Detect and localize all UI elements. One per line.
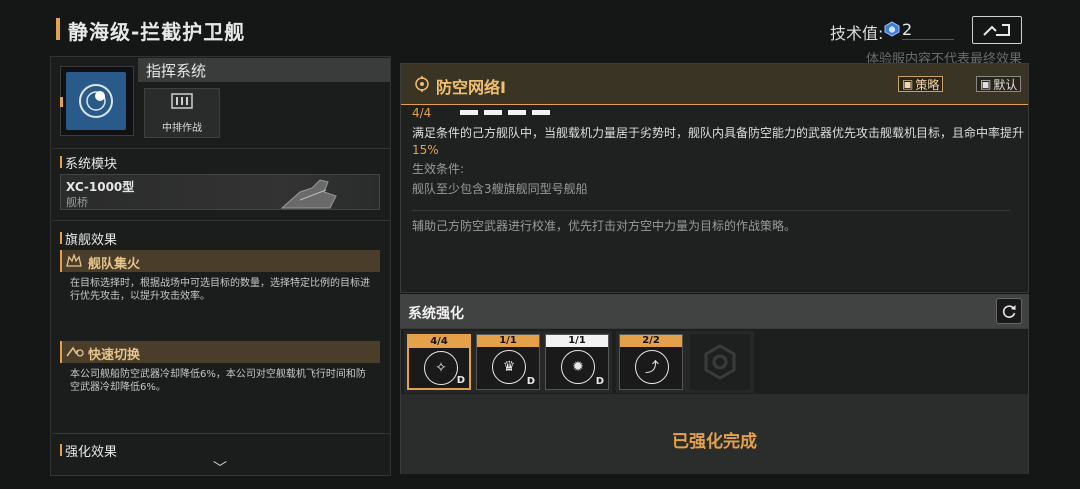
title-accent bbox=[56, 18, 60, 40]
command-slot-label: 中排作战 bbox=[162, 123, 202, 134]
switch-icon bbox=[66, 346, 84, 357]
slot-level: 1/1 bbox=[546, 335, 608, 347]
default-tag: ▣ 默认 bbox=[976, 76, 1022, 92]
shield-icon: ✧ bbox=[424, 351, 458, 385]
enhancement-slot[interactable]: 4/4 ✧ D bbox=[407, 334, 471, 390]
condition-label: 生效条件: bbox=[412, 162, 465, 176]
refresh-button[interactable] bbox=[996, 298, 1022, 324]
enhancement-slot[interactable]: 1/1 ♛ D bbox=[476, 334, 540, 390]
flagship-section-label: 旗舰效果 bbox=[65, 233, 118, 248]
divider bbox=[412, 210, 1010, 211]
enhancement-complete-text: 已强化完成 bbox=[672, 432, 757, 452]
slot-grade: D bbox=[595, 376, 604, 387]
section-accent bbox=[60, 444, 62, 456]
level-pip bbox=[508, 110, 526, 115]
slot-level: 2/2 bbox=[620, 335, 682, 347]
ability-level: 4/4 bbox=[412, 106, 432, 120]
strategy-tag-label: 策略 bbox=[915, 77, 940, 92]
section-accent bbox=[60, 156, 62, 168]
skill-name: 舰队集火 bbox=[88, 257, 141, 272]
ability-flavor-text: 辅助己方防空武器进行校准，优先打击对方空中力量为目标的作战策略。 bbox=[412, 219, 797, 233]
enhancement-slot[interactable]: 1/1 ✹ D bbox=[545, 334, 609, 390]
slot-grade: D bbox=[456, 375, 465, 386]
locked-icon bbox=[704, 344, 736, 380]
ship-bridge-icon bbox=[280, 179, 337, 209]
formation-icon bbox=[171, 93, 193, 109]
tech-value: 2 bbox=[902, 20, 954, 40]
command-system-title: 指挥系统 bbox=[146, 62, 207, 80]
ability-desc-main: 满足条件的己方舰队中，当舰载机力量居于劣势时，舰队内具备防空能力的武器优先攻击舰… bbox=[412, 126, 1025, 140]
divider bbox=[52, 433, 390, 434]
chevron-down-icon[interactable]: ﹀ bbox=[213, 458, 227, 478]
enhancement-title: 系统强化 bbox=[408, 306, 464, 322]
ability-title: 防空网络Ⅰ bbox=[436, 78, 506, 97]
module-name: XC-1000型 bbox=[66, 180, 135, 194]
slot-grade: D bbox=[526, 376, 535, 387]
skill-desc: 在目标选择时，根据战场中可选目标的数量，选择特定比例的目标进行优先攻击，以提升攻… bbox=[70, 278, 370, 302]
ability-desc-highlight: 15% bbox=[412, 143, 439, 157]
crown-icon: ♛ bbox=[492, 350, 526, 384]
switch-icon: ⤴ bbox=[635, 350, 669, 384]
back-icon bbox=[983, 24, 1010, 36]
default-tag-label: 默认 bbox=[993, 77, 1018, 92]
level-pip bbox=[532, 110, 550, 115]
slot-level: 4/4 bbox=[409, 336, 469, 348]
strategy-tag: ▣ 策略 bbox=[898, 76, 944, 92]
divider bbox=[52, 148, 390, 149]
enhance-section-label: 强化效果 bbox=[65, 445, 118, 460]
enhancement-slot[interactable]: 2/2 ⤴ bbox=[619, 334, 683, 390]
card-accent bbox=[60, 97, 63, 107]
condition-text: 舰队至少包含3艘旗舰同型号舰船 bbox=[412, 182, 588, 196]
level-pips bbox=[460, 110, 550, 115]
refresh-icon bbox=[1002, 305, 1016, 318]
back-button[interactable] bbox=[972, 16, 1022, 44]
target-icon bbox=[415, 76, 429, 92]
command-module-icon bbox=[66, 72, 126, 130]
crown-icon bbox=[66, 254, 82, 267]
module-section-label: 系统模块 bbox=[65, 157, 118, 172]
level-pip bbox=[484, 110, 502, 115]
ability-header-line bbox=[401, 104, 1028, 105]
section-accent bbox=[60, 232, 62, 244]
tech-gem-icon bbox=[884, 21, 900, 37]
tech-value-label: 技术值: bbox=[830, 24, 884, 43]
skill-name: 快速切换 bbox=[88, 348, 141, 363]
locked-slot[interactable] bbox=[690, 334, 750, 390]
level-pip bbox=[460, 110, 478, 115]
ability-description: 满足条件的己方舰队中，当舰载机力量居于劣势时，舰队内具备防空能力的武器优先攻击舰… bbox=[412, 125, 1024, 159]
slot-level: 1/1 bbox=[477, 335, 539, 347]
enhancement-header bbox=[400, 294, 1029, 328]
module-sub: 舰桥 bbox=[66, 196, 88, 209]
skill-desc: 本公司舰船防空武器冷却降低6%，本公司对空舰载机飞行时间和防空武器冷却降低6%。 bbox=[70, 369, 366, 393]
divider bbox=[52, 220, 390, 221]
burst-icon: ✹ bbox=[561, 350, 595, 384]
page-title: 静海级-拦截护卫舰 bbox=[68, 20, 246, 44]
